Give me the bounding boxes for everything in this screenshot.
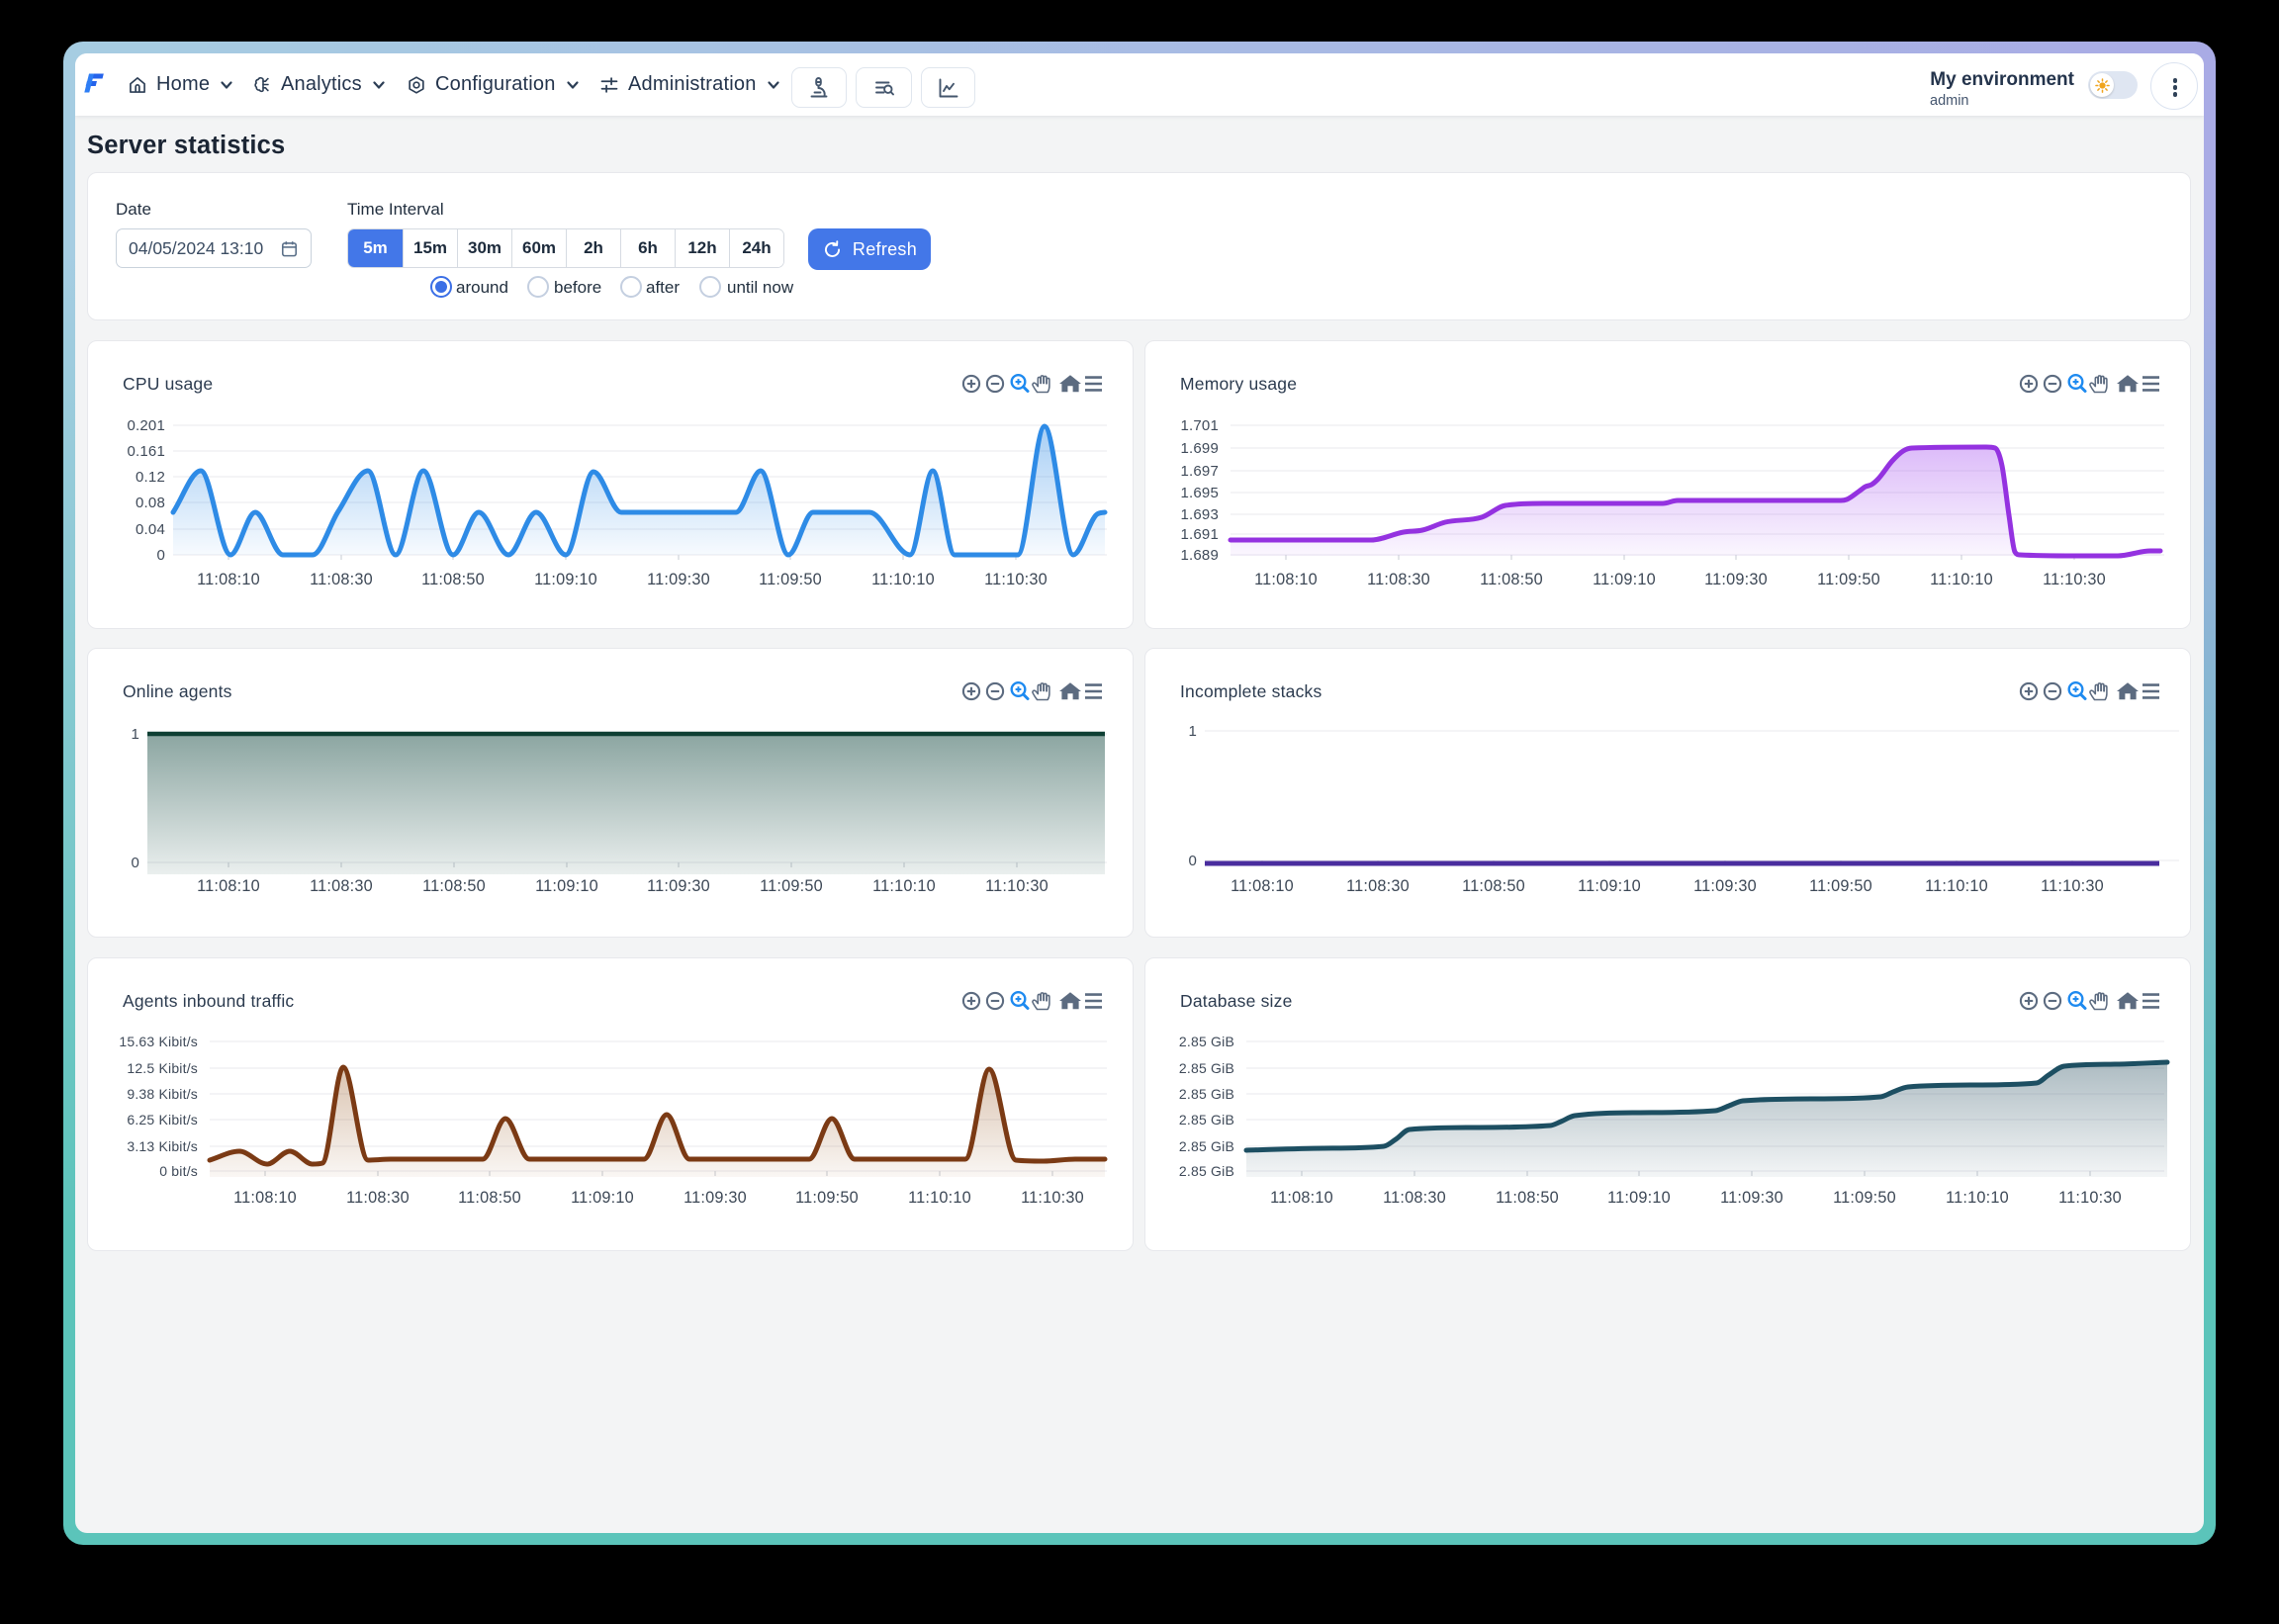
svg-text:11:10:10: 11:10:10 — [1946, 1189, 2009, 1207]
svg-text:11:10:30: 11:10:30 — [2058, 1189, 2122, 1207]
svg-text:11:08:10: 11:08:10 — [1270, 1189, 1333, 1207]
svg-text:11:09:10: 11:09:10 — [1578, 877, 1641, 895]
svg-text:11:09:10: 11:09:10 — [534, 571, 597, 588]
svg-text:2.85 GiB: 2.85 GiB — [1179, 1138, 1234, 1154]
svg-text:11:10:30: 11:10:30 — [1021, 1189, 1084, 1207]
svg-text:11:09:50: 11:09:50 — [1833, 1189, 1896, 1207]
svg-text:11:09:30: 11:09:30 — [1720, 1189, 1783, 1207]
svg-text:0.04: 0.04 — [136, 521, 165, 538]
svg-text:3.13 Kibit/s: 3.13 Kibit/s — [127, 1138, 198, 1154]
svg-text:11:08:50: 11:08:50 — [1462, 877, 1525, 895]
svg-text:2.85 GiB: 2.85 GiB — [1179, 1034, 1234, 1049]
svg-text:1.691: 1.691 — [1180, 526, 1219, 543]
svg-text:11:09:10: 11:09:10 — [535, 877, 598, 895]
svg-text:1.697: 1.697 — [1180, 463, 1219, 480]
svg-text:1.693: 1.693 — [1180, 506, 1219, 523]
svg-text:11:10:10: 11:10:10 — [908, 1189, 971, 1207]
svg-text:11:09:30: 11:09:30 — [647, 877, 710, 895]
svg-text:11:10:30: 11:10:30 — [985, 877, 1048, 895]
svg-text:11:08:30: 11:08:30 — [1383, 1189, 1446, 1207]
svg-text:11:08:10: 11:08:10 — [1254, 571, 1318, 588]
svg-text:1.701: 1.701 — [1180, 417, 1219, 434]
svg-text:1.695: 1.695 — [1180, 485, 1219, 501]
svg-text:11:09:50: 11:09:50 — [759, 571, 822, 588]
svg-text:0: 0 — [156, 547, 165, 564]
svg-text:0.12: 0.12 — [136, 469, 165, 486]
svg-text:11:10:10: 11:10:10 — [871, 571, 935, 588]
svg-text:11:08:30: 11:08:30 — [310, 877, 373, 895]
svg-text:11:08:50: 11:08:50 — [1480, 571, 1543, 588]
svg-text:11:09:30: 11:09:30 — [1693, 877, 1757, 895]
svg-text:9.38 Kibit/s: 9.38 Kibit/s — [127, 1086, 198, 1102]
svg-text:0.08: 0.08 — [136, 495, 165, 511]
svg-text:11:08:30: 11:08:30 — [1367, 571, 1430, 588]
svg-text:11:09:50: 11:09:50 — [795, 1189, 859, 1207]
svg-text:11:08:10: 11:08:10 — [197, 571, 260, 588]
svg-text:2.85 GiB: 2.85 GiB — [1179, 1163, 1234, 1179]
svg-text:1.689: 1.689 — [1180, 547, 1219, 564]
svg-text:11:08:10: 11:08:10 — [233, 1189, 297, 1207]
svg-text:11:08:50: 11:08:50 — [421, 571, 485, 588]
svg-text:0.201: 0.201 — [127, 417, 165, 434]
svg-text:12.5 Kibit/s: 12.5 Kibit/s — [127, 1060, 198, 1076]
svg-text:15.63 Kibit/s: 15.63 Kibit/s — [119, 1034, 198, 1049]
svg-text:11:08:50: 11:08:50 — [1496, 1189, 1559, 1207]
svg-text:11:08:30: 11:08:30 — [346, 1189, 410, 1207]
svg-text:1.699: 1.699 — [1180, 440, 1219, 457]
svg-text:11:09:10: 11:09:10 — [1607, 1189, 1671, 1207]
svg-text:11:08:10: 11:08:10 — [1231, 877, 1294, 895]
svg-text:11:10:30: 11:10:30 — [2041, 877, 2104, 895]
svg-text:11:09:10: 11:09:10 — [571, 1189, 634, 1207]
svg-text:11:09:30: 11:09:30 — [647, 571, 710, 588]
svg-text:0: 0 — [131, 855, 139, 871]
svg-text:11:08:30: 11:08:30 — [310, 571, 373, 588]
svg-text:11:08:30: 11:08:30 — [1346, 877, 1410, 895]
svg-text:11:09:10: 11:09:10 — [1593, 571, 1656, 588]
svg-text:11:09:50: 11:09:50 — [1809, 877, 1872, 895]
svg-text:11:10:10: 11:10:10 — [1930, 571, 1993, 588]
svg-text:11:09:30: 11:09:30 — [1704, 571, 1768, 588]
svg-text:1: 1 — [131, 726, 139, 743]
svg-text:11:10:10: 11:10:10 — [1925, 877, 1988, 895]
svg-text:0 bit/s: 0 bit/s — [159, 1163, 198, 1179]
svg-text:11:09:30: 11:09:30 — [684, 1189, 747, 1207]
svg-text:11:10:30: 11:10:30 — [2043, 571, 2106, 588]
svg-text:2.85 GiB: 2.85 GiB — [1179, 1086, 1234, 1102]
svg-text:11:10:30: 11:10:30 — [984, 571, 1048, 588]
svg-text:11:10:10: 11:10:10 — [872, 877, 936, 895]
svg-text:11:09:50: 11:09:50 — [760, 877, 823, 895]
svg-text:0.161: 0.161 — [127, 443, 165, 460]
svg-text:11:08:50: 11:08:50 — [458, 1189, 521, 1207]
svg-text:2.85 GiB: 2.85 GiB — [1179, 1112, 1234, 1128]
svg-text:11:08:50: 11:08:50 — [422, 877, 486, 895]
svg-text:6.25 Kibit/s: 6.25 Kibit/s — [127, 1112, 198, 1128]
svg-text:11:08:10: 11:08:10 — [197, 877, 260, 895]
svg-text:0: 0 — [1188, 853, 1197, 869]
svg-text:1: 1 — [1188, 723, 1197, 740]
svg-text:2.85 GiB: 2.85 GiB — [1179, 1060, 1234, 1076]
svg-text:11:09:50: 11:09:50 — [1817, 571, 1880, 588]
